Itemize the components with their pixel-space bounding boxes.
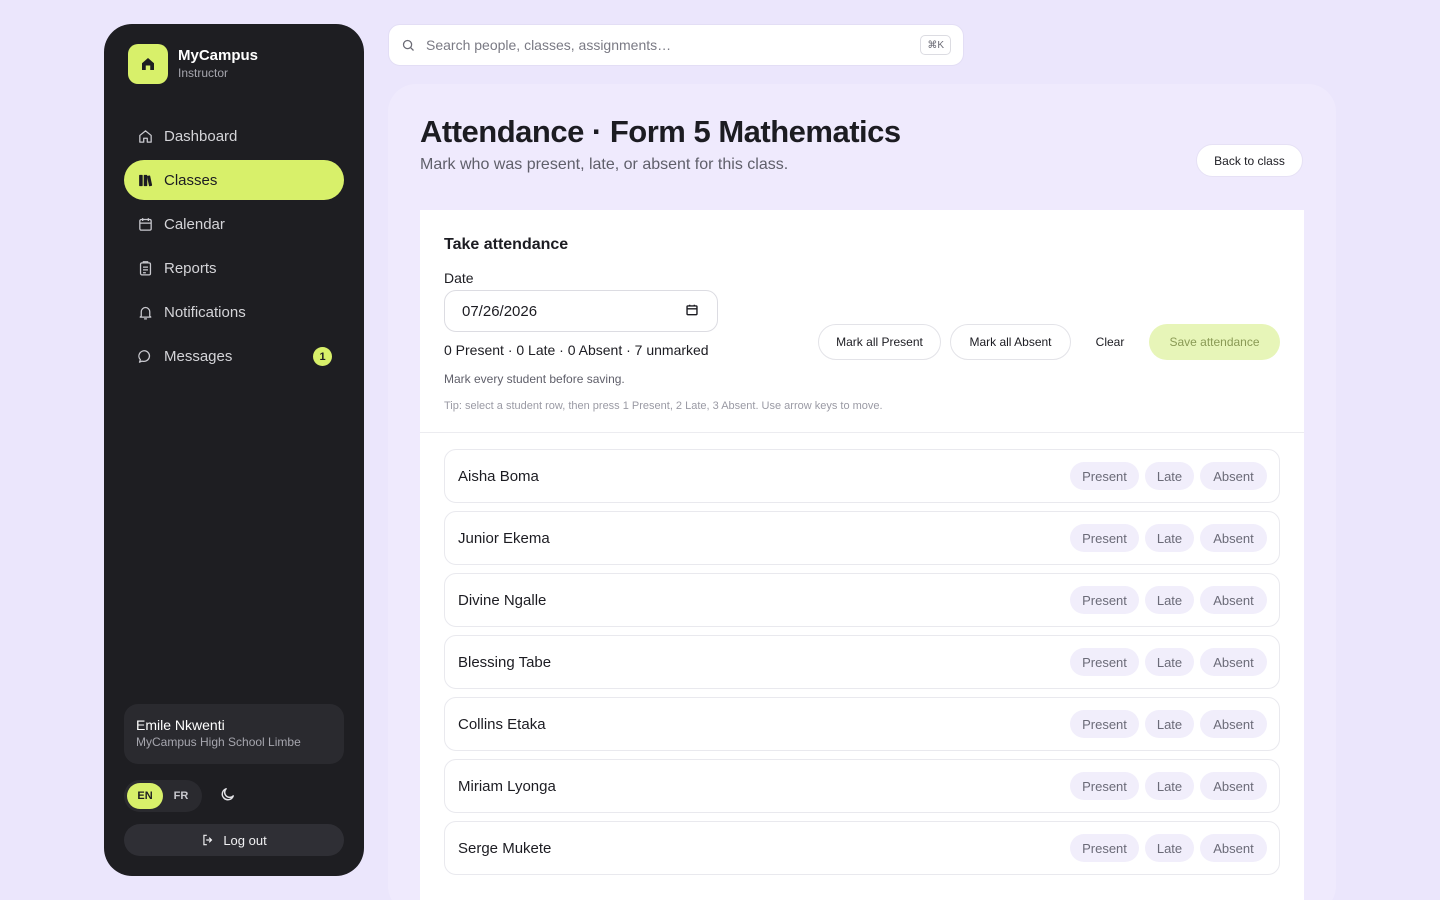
mark-present-button[interactable]: Present — [1070, 462, 1139, 490]
mark-all-absent-button[interactable]: Mark all Absent — [950, 324, 1071, 360]
clipboard-icon — [136, 259, 154, 277]
attendance-hint: Mark every student before saving. — [444, 372, 625, 386]
books-icon — [136, 171, 154, 189]
search-bar: ⌘K — [388, 24, 964, 66]
brand[interactable]: MyCampus Instructor — [128, 44, 258, 84]
dark-mode-toggle[interactable] — [218, 786, 238, 806]
main-panel: Attendance · Form 5 Mathematics Mark who… — [388, 84, 1336, 900]
sidebar-item-dashboard[interactable]: Dashboard — [124, 116, 344, 156]
mark-present-button[interactable]: Present — [1070, 586, 1139, 614]
user-card[interactable]: Emile Nkwenti MyCampus High School Limbe — [124, 704, 344, 764]
mark-late-button[interactable]: Late — [1145, 462, 1194, 490]
mark-present-button[interactable]: Present — [1070, 834, 1139, 862]
mark-late-button[interactable]: Late — [1145, 524, 1194, 552]
student-row[interactable]: Aisha Boma Present Late Absent — [444, 449, 1280, 503]
sidebar-item-messages[interactable]: Messages 1 — [124, 336, 344, 376]
student-name: Collins Etaka — [458, 715, 546, 733]
mark-late-button[interactable]: Late — [1145, 710, 1194, 738]
sidebar-item-label: Calendar — [164, 215, 225, 233]
attendance-summary: 0 Present · 0 Late · 0 Absent · 7 unmark… — [444, 342, 709, 358]
student-list: Aisha Boma Present Late Absent Junior Ek… — [444, 449, 1280, 883]
student-name: Junior Ekema — [458, 529, 550, 547]
student-name: Miriam Lyonga — [458, 777, 556, 795]
mark-absent-button[interactable]: Absent — [1200, 710, 1267, 738]
logout-label: Log out — [223, 832, 267, 848]
logout-icon — [201, 833, 215, 847]
date-input[interactable]: 07/26/2026 — [444, 290, 718, 332]
save-attendance-button[interactable]: Save attendance — [1149, 324, 1280, 360]
student-name: Divine Ngalle — [458, 591, 547, 609]
sidebar-item-label: Classes — [164, 171, 218, 189]
student-row[interactable]: Serge Mukete Present Late Absent — [444, 821, 1280, 875]
mark-absent-button[interactable]: Absent — [1200, 462, 1267, 490]
calendar-picker-icon[interactable] — [685, 303, 699, 317]
brand-role: Instructor — [178, 66, 229, 80]
messages-count-badge: 1 — [313, 347, 332, 366]
date-value: 07/26/2026 — [462, 302, 538, 320]
moon-icon — [219, 785, 237, 808]
mark-present-button[interactable]: Present — [1070, 772, 1139, 800]
page-title: Attendance · Form 5 Mathematics — [420, 114, 901, 149]
mark-absent-button[interactable]: Absent — [1200, 648, 1267, 676]
sidebar-item-label: Reports — [164, 259, 217, 277]
mark-late-button[interactable]: Late — [1145, 648, 1194, 676]
mark-present-button[interactable]: Present — [1070, 648, 1139, 676]
lang-en-button[interactable]: EN — [127, 783, 163, 809]
mark-absent-button[interactable]: Absent — [1200, 586, 1267, 614]
student-row[interactable]: Blessing Tabe Present Late Absent — [444, 635, 1280, 689]
logout-button[interactable]: Log out — [124, 824, 344, 856]
date-label: Date — [444, 270, 474, 286]
student-row[interactable]: Divine Ngalle Present Late Absent — [444, 573, 1280, 627]
user-name: Emile Nkwenti — [136, 717, 225, 733]
student-row[interactable]: Junior Ekema Present Late Absent — [444, 511, 1280, 565]
sidebar-item-label: Messages — [164, 347, 233, 365]
sidebar-item-calendar[interactable]: Calendar — [124, 204, 344, 244]
mark-absent-button[interactable]: Absent — [1200, 772, 1267, 800]
attendance-card: Take attendance Date 07/26/2026 0 Presen… — [420, 210, 1304, 900]
language-toggle: EN FR — [124, 780, 202, 812]
clear-button[interactable]: Clear — [1081, 324, 1139, 360]
calendar-icon — [136, 215, 154, 233]
page-subtitle: Mark who was present, late, or absent fo… — [420, 156, 789, 173]
mark-present-button[interactable]: Present — [1070, 524, 1139, 552]
mark-late-button[interactable]: Late — [1145, 586, 1194, 614]
student-name: Blessing Tabe — [458, 653, 552, 671]
home-logo-icon — [128, 44, 168, 84]
sidebar-nav: Dashboard Classes Calendar Reports Notif… — [124, 116, 344, 380]
mark-late-button[interactable]: Late — [1145, 834, 1194, 862]
keyboard-tip: Tip: select a student row, then press 1 … — [444, 400, 883, 412]
sidebar-item-classes[interactable]: Classes — [124, 160, 344, 200]
mark-late-button[interactable]: Late — [1145, 772, 1194, 800]
mark-present-button[interactable]: Present — [1070, 710, 1139, 738]
sidebar-item-label: Notifications — [164, 303, 246, 321]
sidebar-item-label: Dashboard — [164, 127, 238, 145]
search-shortcut-hint: ⌘K — [920, 35, 951, 55]
card-title: Take attendance — [444, 236, 569, 253]
student-name: Serge Mukete — [458, 839, 552, 857]
mark-absent-button[interactable]: Absent — [1200, 524, 1267, 552]
student-name: Aisha Boma — [458, 467, 539, 485]
search-input[interactable] — [426, 37, 921, 53]
attendance-controls: Take attendance Date 07/26/2026 0 Presen… — [420, 210, 1304, 433]
sidebar-item-reports[interactable]: Reports — [124, 248, 344, 288]
sidebar-item-notifications[interactable]: Notifications — [124, 292, 344, 332]
mark-absent-button[interactable]: Absent — [1200, 834, 1267, 862]
brand-name: MyCampus — [178, 47, 259, 64]
sidebar: MyCampus Instructor Dashboard Classes Ca… — [104, 24, 364, 876]
back-to-class-button[interactable]: Back to class — [1196, 144, 1303, 177]
chat-icon — [136, 347, 154, 365]
student-row[interactable]: Miriam Lyonga Present Late Absent — [444, 759, 1280, 813]
bell-icon — [136, 303, 154, 321]
lang-fr-button[interactable]: FR — [163, 783, 199, 809]
mark-all-present-button[interactable]: Mark all Present — [818, 324, 941, 360]
home-icon — [136, 127, 154, 145]
user-school: MyCampus High School Limbe — [136, 735, 301, 749]
student-row[interactable]: Collins Etaka Present Late Absent — [444, 697, 1280, 751]
search-icon — [401, 38, 416, 53]
